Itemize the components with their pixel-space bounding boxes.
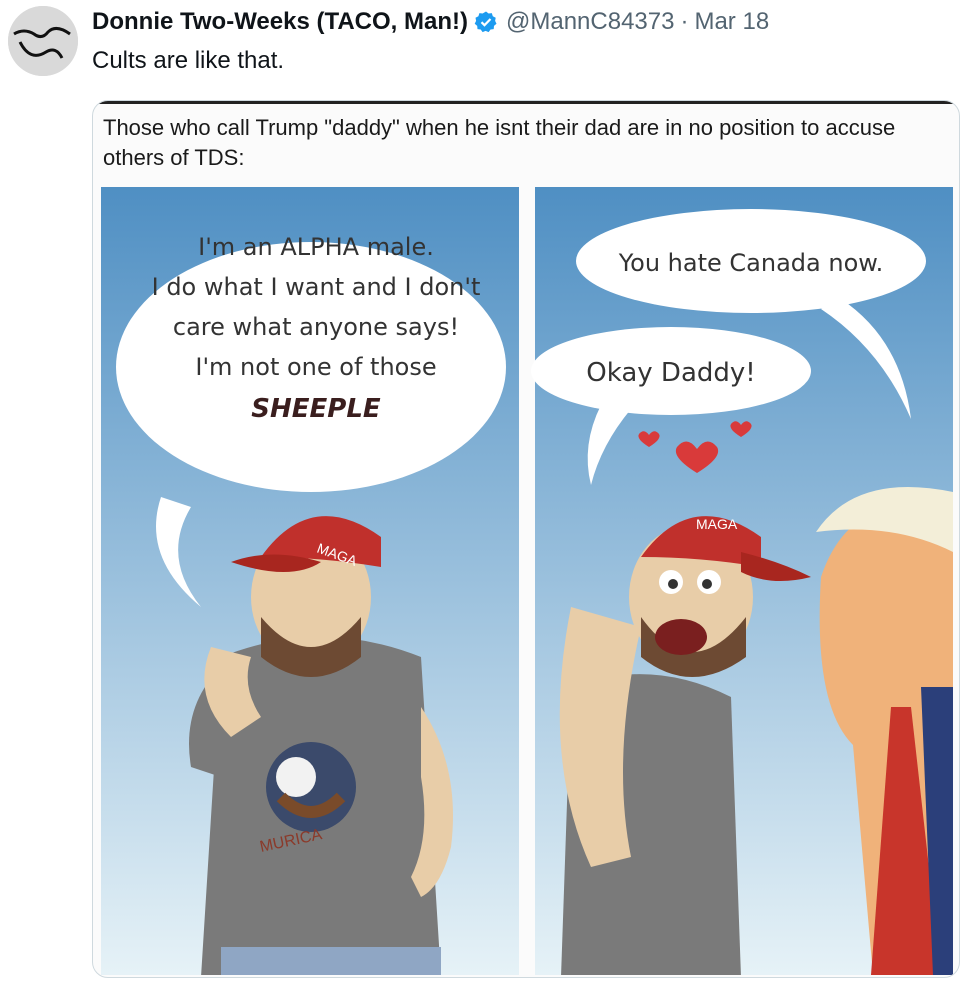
bubble-line-1: I'm an ALPHA male. xyxy=(198,233,434,261)
separator: · xyxy=(680,8,689,35)
divider xyxy=(93,101,959,104)
tweet-text: Cults are like that. xyxy=(92,47,285,74)
avatar-image xyxy=(8,6,78,76)
bubble-line-4: I'm not one of those xyxy=(195,353,436,381)
comic-illustration: MAGA MURICA I'm an ALPHA male. I do what… xyxy=(101,187,953,975)
comic-panel-right: MAGA You hate Canada now. Okay Daddy! xyxy=(531,187,953,975)
timestamp[interactable]: Mar 18 xyxy=(694,8,769,36)
bubble-line-5: SHEEPLE xyxy=(251,394,381,424)
avatar[interactable] xyxy=(8,6,78,76)
bubble-line-3: care what anyone says! xyxy=(173,313,459,341)
verified-badge-icon xyxy=(474,11,497,33)
tweet-header: Donnie Two-Weeks (TACO, Man!) @MannC8437… xyxy=(92,8,769,36)
bubble-bottom: Okay Daddy! xyxy=(586,358,755,388)
display-name[interactable]: Donnie Two-Weeks (TACO, Man!) xyxy=(92,8,468,36)
bubble-line-2: I do what I want and I don't xyxy=(152,273,481,301)
handle[interactable]: @MannC84373 xyxy=(506,8,674,36)
bubble-top: You hate Canada now. xyxy=(618,249,884,277)
image-caption: Those who call Trump "daddy" when he isn… xyxy=(103,115,896,170)
media-image[interactable]: Those who call Trump "daddy" when he isn… xyxy=(92,100,960,978)
hat-text-right: MAGA xyxy=(696,516,738,532)
comic-panel-left: MAGA MURICA I'm an ALPHA male. I do what… xyxy=(101,187,519,975)
